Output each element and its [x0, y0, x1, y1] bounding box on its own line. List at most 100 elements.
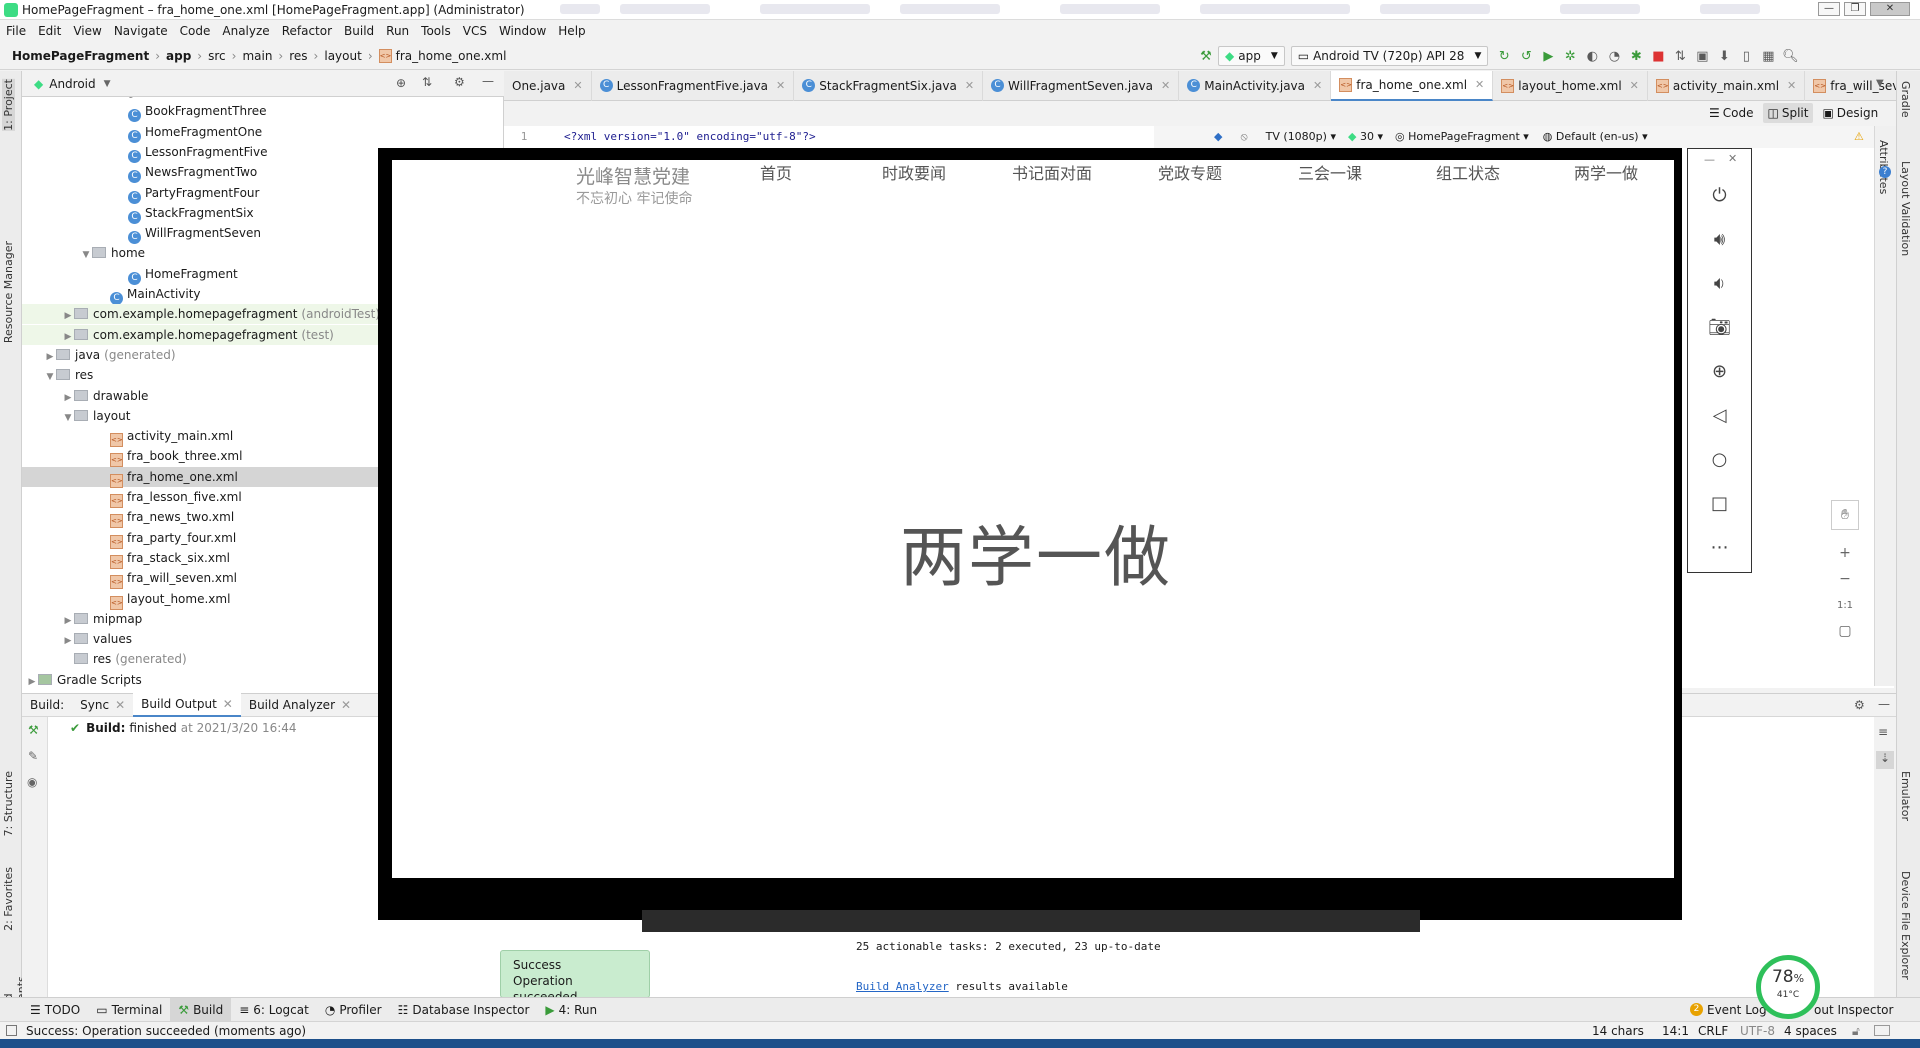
close-icon[interactable]: ✕	[1728, 152, 1737, 165]
status-encoding[interactable]: UTF-8	[1740, 1022, 1775, 1040]
build-tab-sync[interactable]: Sync ✕	[72, 693, 133, 717]
tree-item[interactable]: C BookFragmentThree	[22, 101, 503, 123]
chevron-down-icon[interactable]: ▼	[104, 79, 111, 89]
expand-arrow-icon[interactable]: ▼	[62, 408, 74, 428]
scroll-to-end-icon[interactable]: ⇣	[1876, 751, 1894, 769]
menu-help[interactable]: Help	[558, 20, 585, 42]
app-nav-meetings[interactable]: 三会一课	[1298, 160, 1362, 184]
breadcrumb-src[interactable]: src	[208, 49, 226, 63]
close-icon[interactable]: ✕	[223, 697, 233, 711]
minimize-button[interactable]: —	[1818, 2, 1840, 16]
collapse-all-icon[interactable]: ⇅	[422, 75, 432, 89]
help-icon[interactable]: ?	[1879, 166, 1891, 178]
collapse-arrow-icon[interactable]: ▶	[62, 388, 74, 408]
device-preview-select[interactable]: TV (1080p) ▾	[1266, 126, 1336, 148]
status-eol[interactable]: CRLF	[1698, 1022, 1728, 1040]
volume-down-icon[interactable]: 🔉︎	[1688, 263, 1751, 303]
breadcrumb-module[interactable]: app	[166, 49, 191, 63]
hide-icon[interactable]: —	[482, 74, 494, 88]
status-position[interactable]: 14:1	[1662, 1022, 1689, 1040]
close-tab-icon[interactable]: ✕	[1787, 79, 1796, 92]
breadcrumb-project[interactable]: HomePageFragment	[12, 49, 149, 63]
breadcrumb-file[interactable]: fra_home_one.xml	[396, 49, 507, 63]
gear-icon[interactable]: ⚙	[1854, 698, 1865, 712]
device-select[interactable]: ▭ Android TV (720p) API 28 ▼	[1290, 46, 1489, 66]
lock-icon[interactable]: 🔓︎	[1852, 1022, 1860, 1040]
pin-icon[interactable]: ✎	[28, 749, 38, 763]
app-nav-secretary[interactable]: 书记面对面	[1012, 160, 1092, 184]
menu-navigate[interactable]: Navigate	[114, 20, 168, 42]
build-status-row[interactable]: ✔ Build: finished at 2021/3/20 16:44	[70, 721, 297, 735]
emulator-tab[interactable]: Emulator	[1899, 771, 1912, 821]
menu-analyze[interactable]: Analyze	[222, 20, 269, 42]
build-hammer-icon[interactable]: ⚒	[28, 723, 39, 737]
tree-item[interactable]: C HomeFragmentOne	[22, 122, 503, 143]
editor-tab[interactable]: C LessonFragmentFive.java ✕	[592, 70, 795, 101]
collapse-arrow-icon[interactable]: ▶	[62, 611, 74, 631]
eye-icon[interactable]: ◉	[27, 775, 37, 789]
apply-changes-icon[interactable]: ↻	[1494, 46, 1514, 66]
editor-tab[interactable]: <> activity_main.xml ✕	[1648, 70, 1806, 101]
expand-arrow-icon[interactable]: ▼	[80, 245, 92, 265]
avd-manager-icon[interactable]: ▣	[1692, 46, 1712, 66]
menu-tools[interactable]: Tools	[421, 20, 451, 42]
gradle-tab[interactable]: Gradle	[1899, 81, 1912, 118]
warning-icon[interactable]: ⚠	[1854, 126, 1864, 148]
pan-icon[interactable]: ✋︎	[1831, 500, 1859, 530]
locate-icon[interactable]: ⊕	[396, 76, 406, 90]
close-tab-icon[interactable]: ✕	[1475, 78, 1484, 91]
collapse-arrow-icon[interactable]: ▶	[62, 631, 74, 651]
collapse-arrow-icon[interactable]: ▶	[26, 672, 38, 692]
breadcrumb-main[interactable]: main	[242, 49, 272, 63]
editor-tab[interactable]: <> layout_home.xml ✕	[1493, 70, 1648, 101]
maximize-button[interactable]: ❐	[1844, 2, 1866, 16]
menu-code[interactable]: Code	[180, 20, 211, 42]
camera-icon[interactable]: 📷︎	[1688, 307, 1751, 347]
resource-manager-tab[interactable]: Resource Manager	[2, 241, 15, 343]
close-tab-icon[interactable]: ✕	[776, 79, 785, 92]
overview-icon[interactable]: □	[1688, 483, 1751, 523]
close-tab-icon[interactable]: ✕	[1630, 79, 1639, 92]
hide-icon[interactable]: —	[1878, 697, 1890, 711]
layout-inspector-tab[interactable]: out Inspector	[1806, 998, 1901, 1022]
editor-tab[interactable]: One.java ✕	[504, 70, 592, 101]
collapse-arrow-icon[interactable]: ▶	[62, 306, 74, 326]
code-text[interactable]: <?xml version="1.0" encoding="utf-8"?>	[564, 126, 816, 148]
close-tab-icon[interactable]: ✕	[1313, 79, 1322, 92]
collapse-arrow-icon[interactable]: ▶	[44, 347, 56, 367]
breadcrumb-layout[interactable]: layout	[324, 49, 361, 63]
layers-icon[interactable]: ◆	[1214, 126, 1222, 148]
power-icon[interactable]: ⏻	[1688, 175, 1751, 215]
build-analyzer-link[interactable]: Build Analyzer	[856, 980, 949, 993]
breadcrumb-res[interactable]: res	[289, 49, 307, 63]
editor-tab[interactable]: <> fra_home_one.xml ✕	[1331, 70, 1494, 101]
stop-icon[interactable]: ■	[1648, 46, 1668, 66]
project-structure-icon[interactable]: ▦	[1758, 46, 1778, 66]
apply-code-changes-icon[interactable]: ↺	[1516, 46, 1536, 66]
status-indent[interactable]: 4 spaces	[1784, 1022, 1837, 1040]
app-nav-status[interactable]: 组工状态	[1436, 160, 1500, 184]
close-tab-icon[interactable]: ✕	[1161, 79, 1170, 92]
debug-icon[interactable]: ✲	[1560, 46, 1580, 66]
code-view-button[interactable]: ☰ Code	[1704, 103, 1759, 123]
success-toast[interactable]: Success Operation succeeded	[500, 950, 650, 1004]
close-window-button[interactable]: ✕	[1870, 2, 1910, 16]
editor-tab[interactable]: C WillFragmentSeven.java ✕	[983, 70, 1180, 101]
run-config-select[interactable]: ◆ app ▼	[1218, 46, 1285, 66]
device-file-explorer-tab[interactable]: Device File Explorer	[1899, 871, 1912, 980]
app-nav-study[interactable]: 两学一做	[1574, 160, 1638, 184]
zoom-icon[interactable]: ⊕	[1688, 351, 1751, 391]
menu-run[interactable]: Run	[386, 20, 409, 42]
minimize-icon[interactable]: —	[1704, 153, 1715, 166]
profile-icon[interactable]: ◔	[1604, 46, 1624, 66]
collapse-arrow-icon[interactable]: ▶	[62, 327, 74, 347]
theme-select[interactable]: ◎ HomePageFragment ▾	[1395, 126, 1529, 148]
code-editor[interactable]: 1 <?xml version="1.0" encoding="utf-8"?>	[504, 126, 1175, 148]
menu-build[interactable]: Build	[344, 20, 374, 42]
build-tab-output[interactable]: Build Output ✕	[133, 693, 241, 717]
attach-debugger-icon[interactable]: ✱	[1626, 46, 1646, 66]
memory-indicator[interactable]	[1874, 1025, 1890, 1036]
terminal-tab[interactable]: ▭ Terminal	[88, 998, 170, 1022]
build-tab[interactable]: ⚒ Build	[170, 997, 232, 1022]
status-message[interactable]: Success: Operation succeeded (moments ag…	[26, 1022, 306, 1040]
